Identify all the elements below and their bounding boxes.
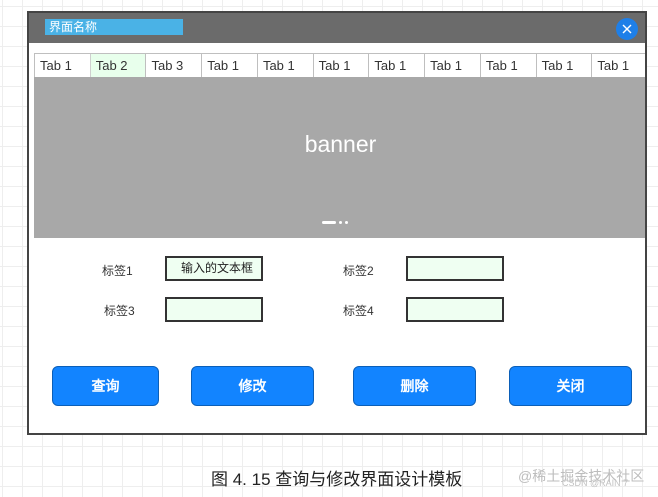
text-input-2[interactable] [406,256,504,281]
carousel-dot-active[interactable] [322,221,336,224]
label-4: 标签4 [343,304,374,318]
text-input-1[interactable]: 输入的文本框 [165,256,263,281]
canvas: 界面名称 Tab 1 Tab 2 Tab 3 Tab 1 Tab 1 Tab 1… [0,0,658,497]
tab-3[interactable]: Tab 3 [145,54,203,77]
close-icon [622,24,632,34]
modify-button[interactable]: 修改 [191,366,314,406]
tab-9[interactable]: Tab 1 [479,54,537,77]
window-title: 界面名称 [45,19,183,35]
tab-2[interactable]: Tab 2 [89,54,147,77]
delete-button[interactable]: 删除 [353,366,476,406]
tab-1[interactable]: Tab 1 [34,54,91,77]
carousel-dot[interactable] [345,221,348,224]
label-3: 标签3 [104,304,135,318]
carousel-indicators [322,221,348,224]
carousel-dot[interactable] [339,221,342,224]
label-1: 标签1 [102,264,133,278]
tab-5[interactable]: Tab 1 [256,54,314,77]
tab-7[interactable]: Tab 1 [368,54,426,77]
banner-text: banner [304,131,377,157]
figure-caption: 图 4. 15 查询与修改界面设计模板 [211,470,463,489]
close-action-button[interactable]: 关闭 [509,366,632,406]
query-button[interactable]: 查询 [52,366,159,406]
close-button[interactable] [616,18,638,40]
text-input-3[interactable] [165,297,263,322]
watermark-small: CSDN @RAIN 7 [562,478,629,488]
tab-6[interactable]: Tab 1 [312,54,370,77]
tab-11[interactable]: Tab 1 [591,54,645,77]
text-input-4[interactable] [406,297,504,322]
tab-10[interactable]: Tab 1 [535,54,593,77]
title-bar: 界面名称 [29,13,645,43]
tab-8[interactable]: Tab 1 [424,54,481,77]
tab-bar: Tab 1 Tab 2 Tab 3 Tab 1 Tab 1 Tab 1 Tab … [34,53,645,77]
banner[interactable]: banner [34,77,645,238]
label-2: 标签2 [343,264,374,278]
tab-4[interactable]: Tab 1 [201,54,258,77]
